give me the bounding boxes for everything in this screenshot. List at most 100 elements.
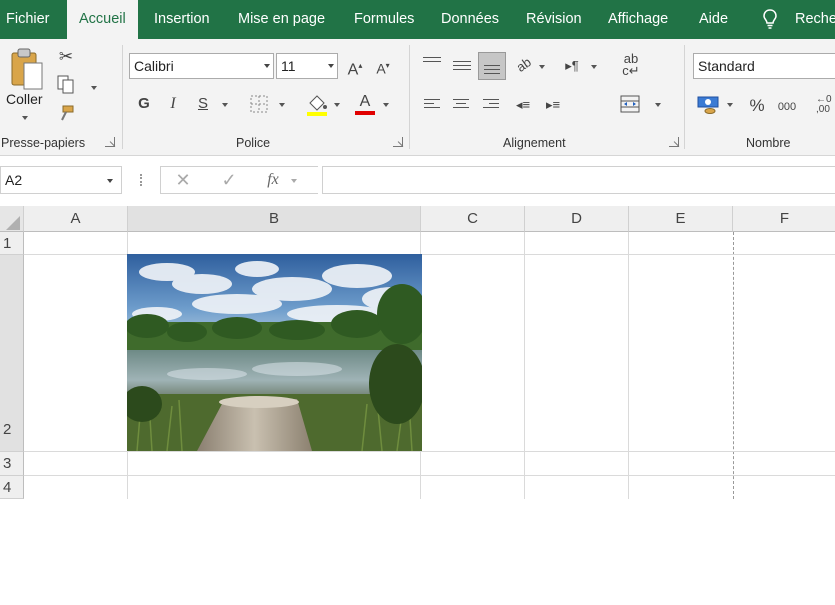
worksheet-grid[interactable]: A B C D E F 1 2 3 4 [0, 206, 835, 499]
orientation-dropdown-icon[interactable] [539, 65, 545, 69]
tab-affichage[interactable]: Affichage [608, 0, 668, 39]
column-header-e[interactable]: E [629, 206, 733, 232]
chevron-down-icon [107, 179, 113, 183]
enter-icon[interactable]: ✓ [219, 170, 239, 190]
chevron-down-icon [264, 64, 270, 68]
select-all-triangle-icon [6, 216, 20, 230]
shrink-font-icon[interactable]: A▾ [374, 56, 392, 79]
lightbulb-icon [763, 9, 777, 29]
font-color-dropdown-icon[interactable] [383, 103, 389, 107]
tab-fichier[interactable]: Fichier [6, 0, 50, 39]
align-center-icon[interactable] [453, 99, 469, 111]
merge-dropdown-icon[interactable] [655, 103, 661, 107]
formula-bar-grip[interactable] [140, 174, 144, 186]
font-color-swatch [355, 111, 375, 115]
tab-revision[interactable]: Révision [526, 0, 582, 39]
separator [409, 45, 410, 149]
row-header-2[interactable]: 2 [0, 255, 24, 452]
ribbon: Coller ✂ Presse-papiers Calibri 11 A▴ A▾… [0, 39, 835, 156]
tab-insertion[interactable]: Insertion [154, 0, 210, 39]
font-size-select[interactable]: 11 [276, 53, 338, 79]
search-tell-me[interactable]: Reche [795, 0, 835, 39]
accounting-dropdown-icon[interactable] [727, 103, 733, 107]
accounting-format-icon[interactable] [697, 95, 721, 115]
orientation-icon[interactable]: ab [508, 50, 539, 80]
borders-icon[interactable] [250, 95, 268, 113]
bold-button[interactable]: G [135, 94, 153, 114]
comma-style-button[interactable]: 000 [775, 97, 799, 117]
cut-icon[interactable]: ✂ [56, 47, 76, 67]
gridline [24, 475, 835, 476]
align-right-icon[interactable] [483, 99, 499, 111]
column-header-f[interactable]: F [733, 206, 835, 232]
font-name-select[interactable]: Calibri [129, 53, 274, 79]
align-left-icon[interactable] [424, 99, 440, 111]
formula-input[interactable] [322, 166, 835, 194]
fx-dropdown-icon[interactable] [291, 179, 297, 183]
gridline [628, 232, 629, 499]
wrap-text-icon[interactable]: ab c↵ [620, 52, 642, 78]
select-all-button[interactable] [0, 206, 24, 232]
alignment-launcher-icon[interactable] [669, 137, 679, 147]
column-header-b[interactable]: B [128, 206, 421, 232]
font-group-label: Police [236, 136, 271, 150]
align-middle-icon[interactable] [453, 61, 471, 73]
row-header-3[interactable]: 3 [0, 452, 24, 476]
underline-dropdown-icon[interactable] [222, 103, 228, 107]
number-format-select[interactable]: Standard [693, 53, 835, 79]
number-format-value: Standard [698, 58, 755, 74]
row-header-4[interactable]: 4 [0, 476, 24, 499]
grow-font-letter: A [347, 61, 359, 79]
align-bottom-icon[interactable] [478, 52, 506, 80]
tab-mise-en-page[interactable]: Mise en page [238, 0, 325, 39]
tab-formules[interactable]: Formules [354, 0, 414, 39]
font-launcher-icon[interactable] [393, 137, 403, 147]
copy-icon[interactable] [57, 75, 75, 95]
increase-decimal-icon[interactable]: ←0,00 [816, 95, 835, 115]
separator [684, 45, 685, 149]
format-painter-icon[interactable] [57, 105, 75, 123]
paste-dropdown-icon[interactable] [22, 116, 28, 120]
underline-button[interactable]: S [194, 94, 212, 114]
text-direction-icon[interactable]: ▸¶ [561, 56, 583, 76]
font-name-value: Calibri [134, 58, 174, 74]
tab-aide[interactable]: Aide [699, 0, 728, 39]
decrease-indent-icon[interactable]: ◂≡ [512, 95, 534, 115]
menu-bar: Fichier Accueil Insertion Mise en page F… [0, 0, 835, 39]
formula-buttons: ✕ ✓ fx [160, 166, 318, 194]
paste-icon[interactable] [10, 47, 44, 93]
increase-indent-icon[interactable]: ▸≡ [542, 95, 564, 115]
paste-label[interactable]: Coller [6, 91, 43, 107]
clipboard-launcher-icon[interactable] [105, 137, 115, 147]
merge-center-icon[interactable] [620, 95, 640, 113]
fill-color-icon[interactable] [306, 93, 328, 117]
row-header-1[interactable]: 1 [0, 232, 24, 255]
name-box[interactable]: A2 [0, 166, 122, 194]
column-header-a[interactable]: A [24, 206, 128, 232]
cancel-icon[interactable]: ✕ [173, 170, 193, 190]
font-color-icon[interactable]: A [354, 92, 376, 116]
copy-dropdown-icon[interactable] [91, 86, 97, 90]
insert-function-button[interactable]: fx [263, 170, 283, 190]
tab-donnees[interactable]: Données [441, 0, 499, 39]
font-color-letter: A [359, 93, 371, 110]
name-box-value: A2 [5, 172, 23, 188]
fill-color-dropdown-icon[interactable] [334, 103, 340, 107]
grow-font-icon[interactable]: A▴ [346, 56, 364, 80]
number-group-label: Nombre [746, 136, 791, 150]
shrink-font-letter: A [376, 60, 386, 77]
italic-button[interactable]: I [164, 94, 182, 114]
text-direction-dropdown-icon[interactable] [591, 65, 597, 69]
formula-bar: A2 ✕ ✓ fx [0, 156, 835, 206]
align-top-icon[interactable] [423, 57, 441, 69]
tab-accueil[interactable]: Accueil [67, 0, 138, 39]
column-header-c[interactable]: C [421, 206, 525, 232]
borders-dropdown-icon[interactable] [279, 103, 285, 107]
wrap-text-c: c [622, 63, 629, 78]
percent-style-button[interactable]: % [747, 96, 767, 116]
column-header-d[interactable]: D [525, 206, 629, 232]
page-break-line [733, 232, 734, 499]
font-size-value: 11 [281, 58, 296, 74]
landscape-photo[interactable] [127, 254, 422, 451]
gridline [24, 451, 835, 452]
